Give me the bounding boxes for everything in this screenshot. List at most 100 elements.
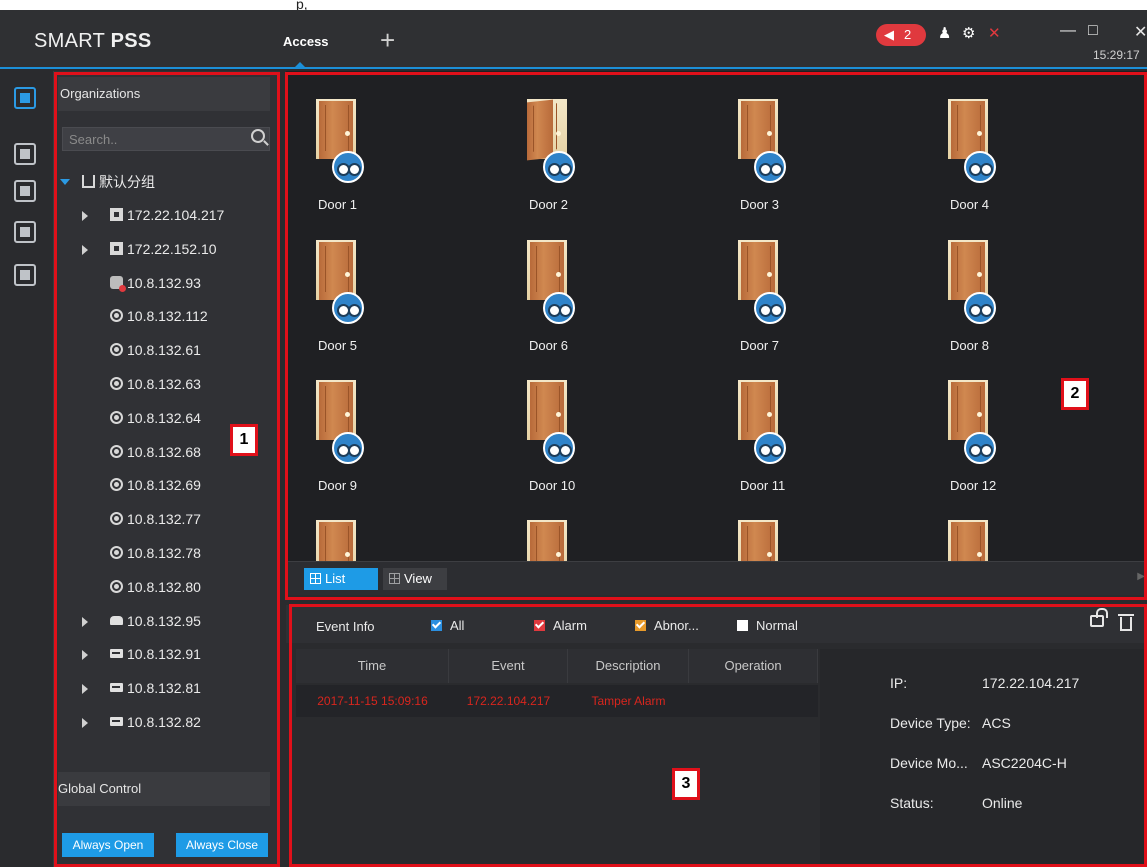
access-icon[interactable]: [14, 87, 36, 109]
caret-right-icon[interactable]: [82, 245, 88, 255]
info-key: Status:: [890, 795, 934, 811]
search-icon[interactable]: [251, 129, 265, 143]
caret-right-icon[interactable]: [82, 211, 88, 221]
caret-right-icon[interactable]: [82, 718, 88, 728]
door-knob: [556, 272, 561, 277]
maximize-icon[interactable]: □: [1088, 22, 1098, 40]
minimize-icon[interactable]: —: [1060, 22, 1076, 40]
module-rail: [0, 71, 54, 867]
info-key: Device Type:: [890, 715, 971, 731]
access-controller-icon: [110, 242, 123, 255]
active-tab-indicator: [294, 62, 306, 68]
tree-item-label: 10.8.132.80: [127, 579, 201, 595]
camera-icon: [110, 343, 123, 356]
door-tile[interactable]: Door 4: [918, 71, 1008, 212]
door-knob: [977, 272, 982, 277]
binoculars-icon: [332, 432, 364, 464]
binoculars-icon: [754, 432, 786, 464]
person-card-icon[interactable]: [14, 143, 36, 165]
door-tile[interactable]: [918, 492, 1008, 561]
door-tile[interactable]: Door 9: [286, 352, 376, 493]
checkbox-checked-icon[interactable]: [635, 620, 646, 631]
search-input[interactable]: [63, 128, 233, 150]
calendar-icon[interactable]: [14, 264, 36, 286]
event-table-header: Time Event Description Operation: [296, 649, 818, 683]
view-mode-button[interactable]: View: [383, 568, 447, 590]
annotation-label-3: 3: [672, 768, 700, 800]
caret-down-icon[interactable]: [60, 179, 70, 185]
door-tile[interactable]: Door 11: [708, 352, 798, 493]
app-title: SMART PSS: [34, 30, 152, 53]
list-mode-label: List: [325, 571, 346, 586]
event-info-title: Event Info: [316, 619, 375, 634]
view-mode-label: View: [404, 571, 432, 586]
column-header[interactable]: Operation: [689, 649, 818, 683]
always-close-button[interactable]: Always Close: [176, 833, 268, 857]
door-tile[interactable]: Door 1: [286, 71, 376, 212]
clock: 15:29:17: [1093, 48, 1140, 62]
caret-right-icon[interactable]: [82, 617, 88, 627]
trash-icon[interactable]: [1118, 614, 1134, 631]
door-knob: [767, 131, 772, 136]
camera-icon: [110, 478, 123, 491]
close-icon[interactable]: ✕: [1134, 22, 1147, 42]
user-lock-icon[interactable]: [14, 180, 36, 202]
door-knob: [345, 272, 350, 277]
checkbox-checked-icon[interactable]: [534, 620, 545, 631]
performance-gauge-icon[interactable]: ✕: [988, 24, 1001, 42]
camera-icon: [110, 309, 123, 322]
door-tile[interactable]: Door 12: [918, 352, 1008, 493]
door-tile[interactable]: Door 3: [708, 71, 798, 212]
binoculars-icon: [754, 292, 786, 324]
door-label: Door 5: [318, 338, 358, 353]
door-tile[interactable]: Door 7: [708, 212, 798, 353]
filter-checkbox[interactable]: Abnor...: [635, 618, 699, 633]
caret-right-icon[interactable]: [82, 650, 88, 660]
tree-item-label: 10.8.132.63: [127, 376, 201, 392]
add-tab-button[interactable]: +: [380, 25, 395, 56]
checkbox-checked-icon[interactable]: [431, 620, 442, 631]
grid-view-icon: [389, 573, 400, 584]
speaker-icon: ◀: [884, 27, 894, 42]
list-mode-button[interactable]: List: [304, 568, 378, 590]
door-tile[interactable]: Door 10: [497, 352, 587, 493]
tree-item-label: 10.8.132.78: [127, 545, 201, 561]
info-value: ACS: [982, 715, 1011, 731]
checkbox-checked-icon[interactable]: [737, 620, 748, 631]
table-row[interactable]: 2017-11-15 15:09:16 172.22.104.217 Tamper …: [296, 685, 818, 717]
door-label: Door 12: [950, 478, 997, 493]
table-cell: 172.22.104.217: [466, 694, 551, 708]
tab-access[interactable]: Access: [283, 34, 329, 49]
info-value: ASC2204C-H: [982, 755, 1067, 771]
filter-checkbox[interactable]: All: [431, 618, 464, 633]
column-header[interactable]: Time: [296, 649, 449, 683]
device-info-row: Device Type: ACS: [890, 715, 1011, 731]
door-tile[interactable]: Door 6: [497, 212, 587, 353]
alarm-badge[interactable]: ◀ 2: [876, 24, 926, 46]
door-knob: [977, 412, 982, 417]
scroll-right-icon[interactable]: ▶: [1137, 571, 1145, 582]
door-tile[interactable]: Door 2: [497, 71, 587, 212]
door-knob: [345, 412, 350, 417]
filter-checkbox[interactable]: Normal: [737, 618, 798, 633]
tree-item-label: 10.8.132.68: [127, 444, 201, 460]
door-label: Door 6: [529, 338, 569, 353]
search-box[interactable]: [62, 127, 270, 151]
door-tile[interactable]: Door 5: [286, 212, 376, 353]
door-tile[interactable]: [497, 492, 587, 561]
door-icon: [527, 99, 553, 161]
unlock-icon[interactable]: [1090, 608, 1108, 627]
door-report-icon[interactable]: [14, 221, 36, 243]
table-cell: Tamper Alarm: [591, 694, 666, 708]
filter-checkbox[interactable]: Alarm: [534, 618, 587, 633]
caret-right-icon[interactable]: [82, 684, 88, 694]
always-open-button[interactable]: Always Open: [62, 833, 154, 857]
column-header[interactable]: Description: [568, 649, 689, 683]
user-icon[interactable]: ♟: [938, 24, 951, 42]
door-tile[interactable]: Door 8: [918, 212, 1008, 353]
door-tile[interactable]: [286, 492, 376, 561]
door-tile[interactable]: [708, 492, 798, 561]
gear-icon[interactable]: ⚙: [962, 24, 975, 42]
filter-label: All: [450, 618, 465, 633]
column-header[interactable]: Event: [449, 649, 568, 683]
